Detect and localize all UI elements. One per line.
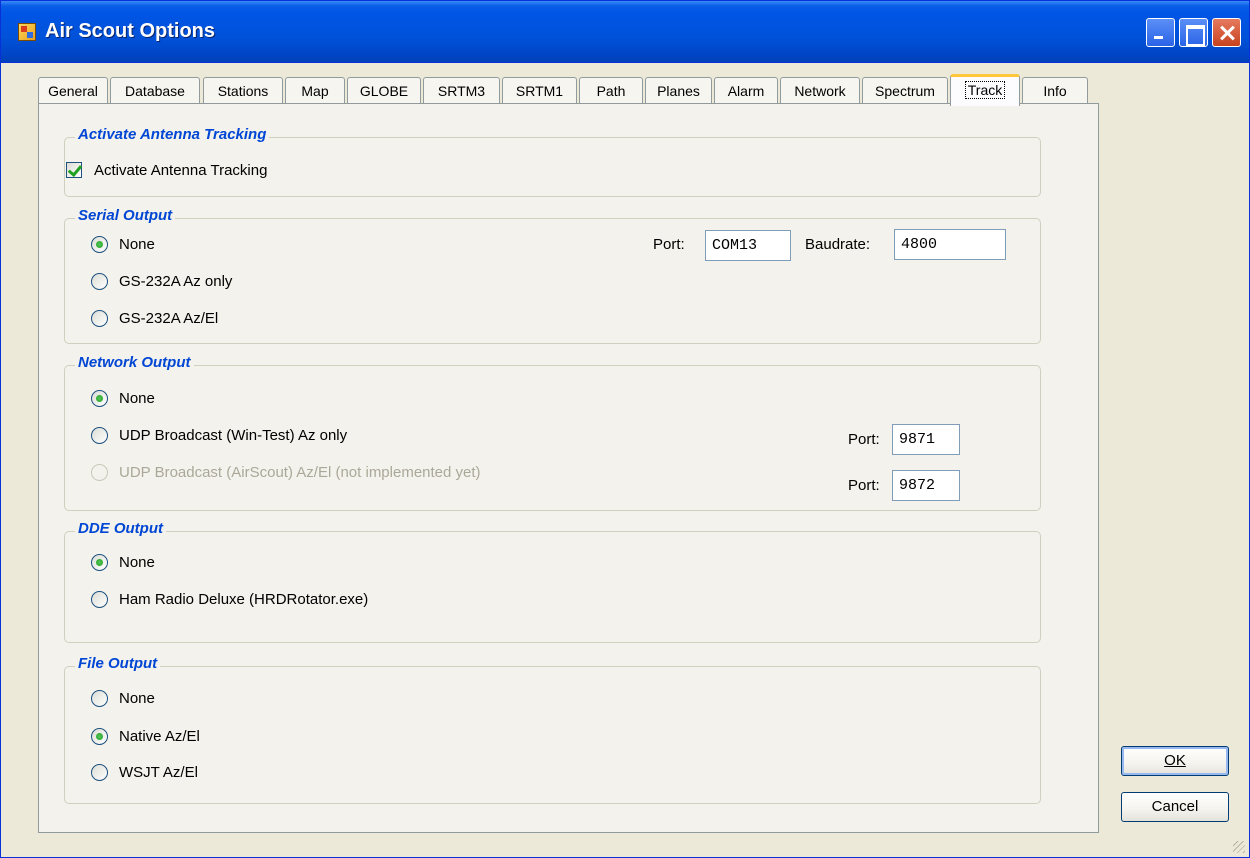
tab-general[interactable]: General [38,77,108,104]
tab-srtm1[interactable]: SRTM1 [502,77,577,104]
group-dde-output: DDE Output [64,520,1041,643]
tab-track[interactable]: Track [950,74,1020,106]
cancel-button-label: Cancel [1151,798,1199,815]
radio-button[interactable] [91,310,108,327]
group-file-output: File Output [64,655,1041,804]
tab-path[interactable]: Path [579,77,643,104]
radio-button[interactable] [91,273,108,290]
radio-button[interactable] [91,554,108,571]
title-bar[interactable]: Air Scout Options [1,1,1249,63]
group-title: Activate Antenna Tracking [75,126,270,143]
tab-alarm[interactable]: Alarm [714,77,778,104]
tab-srtm3[interactable]: SRTM3 [423,77,500,104]
tab-globe[interactable]: GLOBE [347,77,421,104]
radio-button[interactable] [91,690,108,707]
group-title: File Output [75,655,161,672]
tab-network[interactable]: Network [780,77,860,104]
maximize-icon[interactable] [1179,18,1208,47]
ok-button-label: OK [1164,752,1186,769]
baudrate-input[interactable]: 4800 [894,229,1006,260]
cancel-button[interactable]: Cancel [1121,792,1229,822]
tab-spectrum[interactable]: Spectrum [862,77,948,104]
radio-button[interactable] [91,728,108,745]
window-title: Air Scout Options [45,20,215,42]
minimize-icon[interactable] [1146,18,1175,47]
network-port1-input[interactable]: 9871 [892,424,960,455]
radio-button [91,464,108,481]
tab-planes[interactable]: Planes [645,77,712,104]
ok-button[interactable]: OK [1121,746,1229,776]
app-icon [18,23,36,41]
network-port1-label: Port: [848,431,880,448]
serial-port-input[interactable]: COM13 [705,230,791,261]
tab-map[interactable]: Map [285,77,345,104]
tab-stations[interactable]: Stations [203,77,283,104]
radio-button[interactable] [91,764,108,781]
resize-grip-icon[interactable] [1233,841,1245,853]
tab-info[interactable]: Info [1022,77,1088,104]
serial-port-label: Port: [653,236,685,253]
tab-database[interactable]: Database [110,77,200,104]
radio-button[interactable] [91,236,108,253]
group-title: DDE Output [75,520,166,537]
radio-button[interactable] [91,427,108,444]
radio-button[interactable] [91,390,108,407]
group-title: Network Output [75,354,194,371]
close-icon[interactable] [1212,18,1241,47]
baudrate-label: Baudrate: [805,236,871,253]
network-port2-label: Port: [848,477,880,494]
options-window: Air Scout Options General Database Stati… [0,0,1250,858]
checkbox-box[interactable] [66,162,82,178]
network-port2-input[interactable]: 9872 [892,470,960,501]
radio-button[interactable] [91,591,108,608]
group-title: Serial Output [75,207,176,224]
